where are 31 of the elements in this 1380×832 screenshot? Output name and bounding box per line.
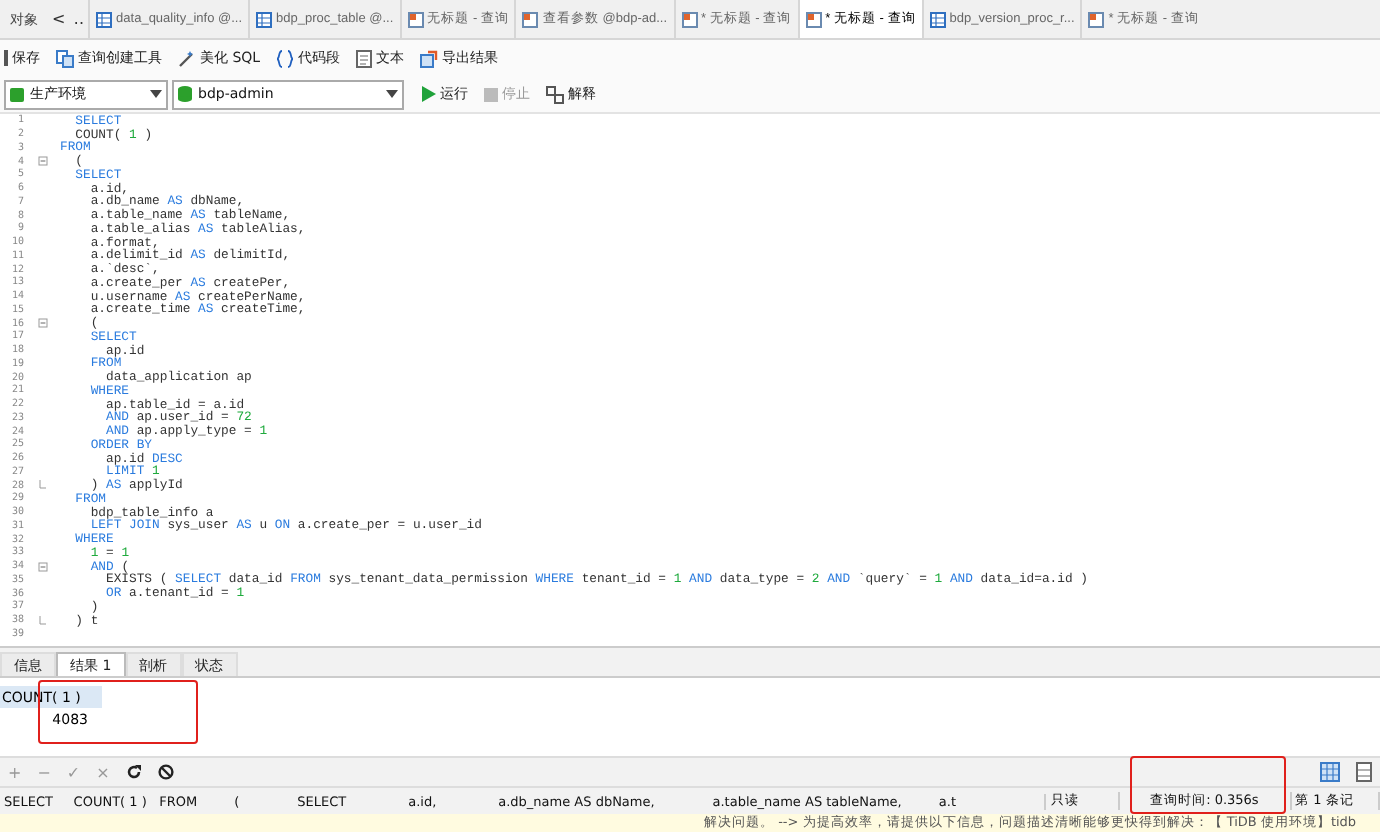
stop-icon: [484, 87, 498, 101]
explain-icon: [546, 85, 564, 103]
form-view-icon[interactable]: [1356, 762, 1372, 782]
connection-icon: [10, 87, 24, 101]
braces-icon: [276, 49, 295, 67]
fold-icon[interactable]: [37, 156, 47, 167]
fold-icon[interactable]: [37, 561, 47, 572]
tab-scroll-button[interactable]: <: [48, 0, 70, 38]
query-icon: [1088, 11, 1105, 27]
fold-end-icon: [38, 480, 46, 491]
table-icon: [96, 11, 113, 27]
query-icon: [522, 11, 539, 27]
table-icon: [256, 11, 273, 27]
play-icon: [420, 86, 436, 102]
table-icon: [929, 11, 946, 27]
database-icon: [178, 86, 192, 102]
builder-icon: [56, 49, 74, 67]
export-icon: [420, 49, 439, 67]
query-icon: [805, 11, 822, 27]
caret-icon: [386, 90, 398, 98]
cancel-icon[interactable]: [157, 764, 174, 780]
document-icon: [356, 49, 373, 67]
tab-scroll-button[interactable]: ‥: [69, 0, 89, 38]
query-icon: [407, 11, 424, 27]
caret-icon: [150, 90, 162, 98]
fold-icon[interactable]: [37, 318, 47, 329]
grid-view-icon[interactable]: [1320, 762, 1340, 782]
refresh-icon[interactable]: [125, 764, 142, 780]
query-icon: [681, 11, 698, 27]
fold-end-icon: [38, 615, 46, 626]
wand-icon: [178, 49, 196, 67]
